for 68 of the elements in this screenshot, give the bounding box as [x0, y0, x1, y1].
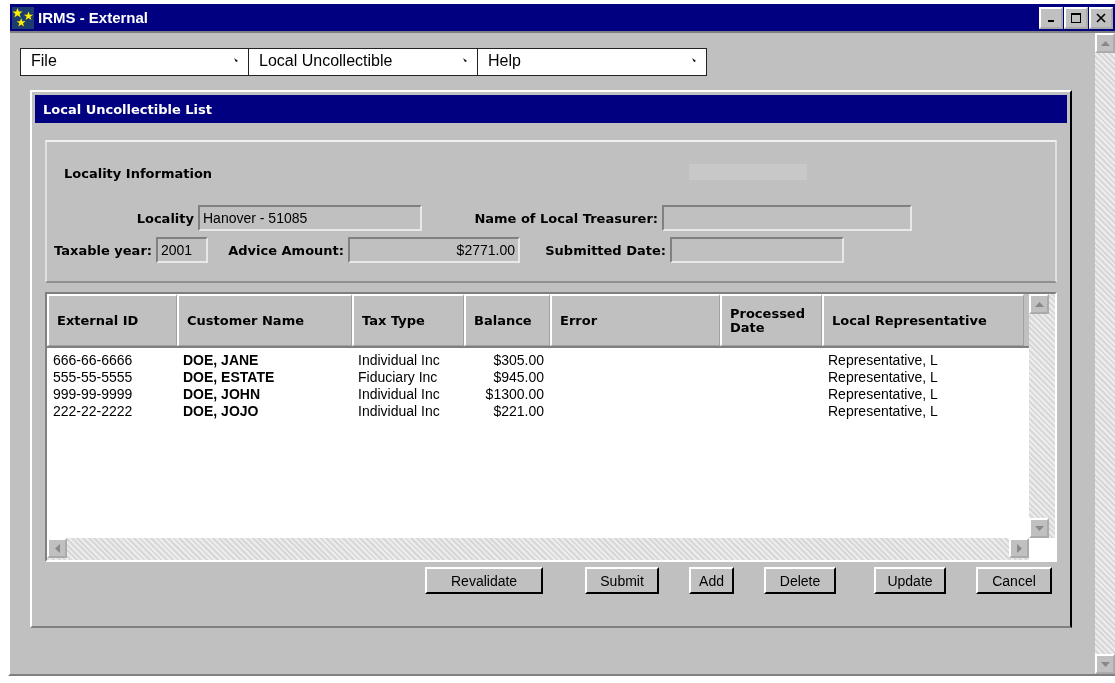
- scroll-down-icon: [1100, 661, 1110, 667]
- column-header[interactable]: External ID: [47, 294, 177, 346]
- action-button[interactable]: Cancel: [976, 567, 1052, 594]
- scroll-up-icon: [1100, 40, 1110, 46]
- menu-dropdown[interactable]: Local Uncollectible: [249, 48, 478, 76]
- menu-dropdown[interactable]: Help: [478, 48, 707, 76]
- window-title: IRMS - External: [38, 9, 150, 26]
- minimize-icon: [1048, 20, 1054, 22]
- action-button[interactable]: Submit: [585, 567, 660, 594]
- scroll-up-icon: [1034, 301, 1044, 307]
- close-button[interactable]: [1089, 6, 1113, 29]
- dropdown-mark-icon: [234, 58, 238, 62]
- window-scrollbar[interactable]: [1095, 33, 1115, 674]
- table-cell: DOE, JOHN: [183, 386, 260, 402]
- table-cell: Individual Inc: [358, 386, 440, 402]
- input-field[interactable]: 2001: [156, 237, 208, 263]
- table-cell: $221.00: [493, 403, 544, 419]
- table-cell: 999-99-9999: [53, 386, 133, 402]
- menu-dropdown[interactable]: File: [20, 48, 249, 76]
- table-cell: Individual Inc: [358, 352, 440, 368]
- scroll-right-icon: [1016, 543, 1022, 553]
- table-cell: Individual Inc: [358, 403, 440, 419]
- dropdown-mark-icon: [463, 58, 467, 62]
- field-label: Submitted Date:: [544, 242, 667, 258]
- field-label: Locality: [135, 210, 195, 226]
- table-cell: 666-66-6666: [53, 352, 133, 368]
- scroll-down-icon: [1034, 525, 1044, 531]
- minimize-button[interactable]: [1039, 6, 1063, 29]
- scroll-left-icon: [54, 543, 60, 553]
- maximize-button[interactable]: [1064, 6, 1088, 29]
- horizontal-scrollbar[interactable]: [47, 538, 1029, 560]
- column-header[interactable]: Tax Type: [352, 294, 464, 346]
- table-cell: DOE, JANE: [183, 352, 259, 368]
- dropdown-mark-icon: [692, 58, 696, 62]
- stars-icon: [12, 6, 34, 29]
- vertical-scrollbar[interactable]: [1029, 294, 1055, 538]
- action-button[interactable]: Revalidate: [425, 567, 544, 594]
- table-cell: 222-22-2222: [53, 403, 133, 419]
- input-field[interactable]: [670, 237, 844, 263]
- column-header[interactable]: Error: [550, 294, 720, 346]
- table-cell: DOE, JOJO: [183, 403, 259, 419]
- column-header[interactable]: Customer Name: [177, 294, 352, 346]
- maximize-icon: [1071, 12, 1081, 23]
- field-label: Taxable year:: [53, 242, 153, 258]
- action-button[interactable]: Update: [874, 567, 946, 594]
- field-label: Advice Amount:: [227, 242, 345, 258]
- table-cell: $305.00: [493, 352, 544, 368]
- column-header[interactable]: Processed Date: [720, 294, 822, 346]
- table-cell: $945.00: [493, 369, 544, 385]
- input-field[interactable]: [662, 205, 912, 231]
- table-cell: $1300.00: [485, 386, 544, 402]
- table-cell: DOE, ESTATE: [183, 369, 275, 385]
- table-cell: Representative, L: [828, 369, 938, 385]
- input-field[interactable]: $2771.00: [348, 237, 520, 263]
- panel-title: Local Uncollectible List: [35, 95, 1067, 123]
- table-cell: Representative, L: [828, 386, 938, 402]
- column-header[interactable]: Local Representative: [822, 294, 1024, 346]
- table-cell: 555-55-5555: [53, 369, 133, 385]
- group-title: Locality Information: [64, 165, 214, 181]
- close-icon: [1096, 12, 1106, 23]
- field-label: Name of Local Treasurer:: [473, 210, 659, 226]
- table-cell: Representative, L: [828, 352, 938, 368]
- table-cell: Fiduciary Inc: [358, 369, 438, 385]
- input-field[interactable]: Hanover - 51085: [198, 205, 422, 231]
- column-header[interactable]: Balance: [464, 294, 550, 346]
- table-cell: Representative, L: [828, 403, 938, 419]
- action-button[interactable]: Delete: [764, 567, 836, 594]
- action-button[interactable]: Add: [689, 567, 734, 594]
